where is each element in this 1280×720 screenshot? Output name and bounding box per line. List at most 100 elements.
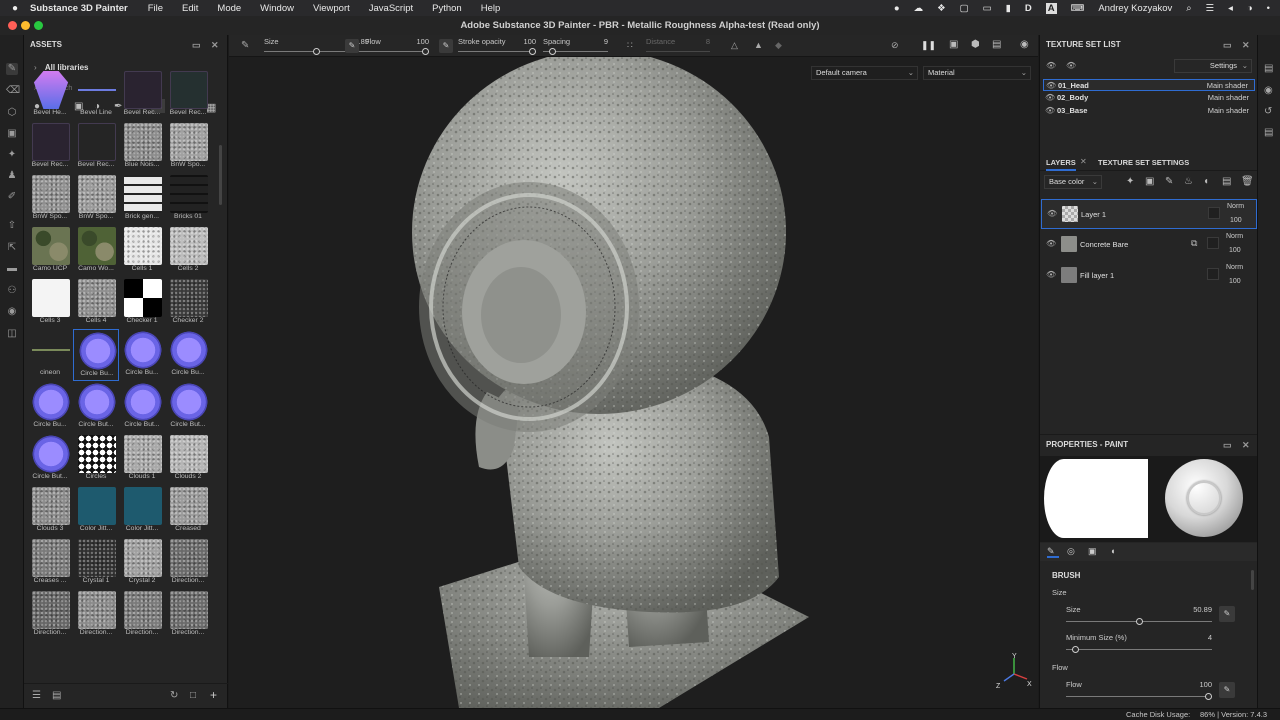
- float-panel-icon[interactable]: ▭: [192, 35, 201, 55]
- asset-thumbnail[interactable]: cineon: [27, 329, 73, 381]
- asset-thumbnail[interactable]: BnW Spo...: [27, 173, 73, 225]
- record-icon[interactable]: ●: [894, 3, 900, 14]
- menu-viewport[interactable]: Viewport: [313, 3, 350, 14]
- size-knob[interactable]: [313, 48, 320, 55]
- clone-stamp-icon[interactable]: ♟: [6, 170, 18, 182]
- screen-icon[interactable]: ▭: [983, 3, 992, 14]
- symmetry-options-icon[interactable]: ◆: [775, 40, 782, 51]
- lazy-mouse-icon[interactable]: ∷: [627, 40, 633, 51]
- channel-dropdown[interactable]: Base color ⌄: [1044, 175, 1102, 189]
- 3d-viewport[interactable]: Default camera ⌄ Material ⌄ Y Z X: [229, 57, 1038, 708]
- bake-icon[interactable]: ⇧: [6, 220, 18, 232]
- layer-opacity[interactable]: 100: [1230, 217, 1242, 224]
- volume-icon[interactable]: ◂: [1228, 3, 1233, 14]
- add-mask-icon[interactable]: ▣: [1145, 176, 1154, 187]
- spotlight-icon[interactable]: ⌕: [1186, 3, 1191, 14]
- texture-set-shader[interactable]: Main shader: [1208, 92, 1249, 104]
- menu-help[interactable]: Help: [481, 3, 501, 14]
- asset-thumbnail[interactable]: Bevel Rec...: [27, 121, 73, 173]
- asset-thumbnail[interactable]: Color Jitt...: [119, 485, 165, 537]
- user-name[interactable]: Andrey Kozyakov: [1098, 3, 1172, 14]
- brush-tab-icon[interactable]: ✎: [1047, 546, 1059, 558]
- texture-set-icon[interactable]: ▤: [1264, 63, 1273, 74]
- stencil-tab-icon[interactable]: ▣: [1088, 546, 1097, 557]
- app-menu[interactable]: Substance 3D Painter: [30, 3, 128, 14]
- asset-thumbnail[interactable]: Blue Nois...: [119, 121, 165, 173]
- d-icon[interactable]: D: [1025, 3, 1032, 14]
- visibility-icon[interactable]: 👁: [1046, 82, 1056, 90]
- asset-thumbnail[interactable]: Camo UCP: [27, 225, 73, 277]
- flow-pressure-button[interactable]: ✎: [1219, 682, 1235, 698]
- asset-thumbnail[interactable]: Circle Bu...: [27, 381, 73, 433]
- camera-dropdown[interactable]: Default camera ⌄: [811, 66, 918, 80]
- log-icon[interactable]: ▤: [1264, 127, 1273, 138]
- texture-set-shader[interactable]: Main shader: [1208, 105, 1249, 117]
- layer-row[interactable]: 👁 Layer 1 Norm 100: [1041, 199, 1257, 229]
- texture-set-row[interactable]: 👁 01_Head Main shader: [1043, 79, 1255, 91]
- float-panel-icon[interactable]: ▭: [1223, 35, 1232, 55]
- asset-thumbnail[interactable]: Direction...: [73, 589, 119, 641]
- asset-thumbnail[interactable]: Creases ...: [27, 537, 73, 589]
- stroke-opacity-knob[interactable]: [529, 48, 536, 55]
- add-folder-icon[interactable]: ▤: [1222, 176, 1231, 187]
- float-panel-icon[interactable]: ▭: [1223, 435, 1232, 455]
- menu-mode[interactable]: Mode: [217, 3, 241, 14]
- blend-mode[interactable]: Norm: [1227, 203, 1244, 210]
- add-smart-material-icon[interactable]: ◖: [1203, 176, 1209, 187]
- texture-set-row[interactable]: 👁 03_Base Main shader: [1043, 105, 1255, 117]
- close-window-button[interactable]: [8, 21, 17, 30]
- asset-thumbnail[interactable]: Circle Bu...: [165, 329, 211, 381]
- min-size-value[interactable]: 4: [1208, 633, 1212, 642]
- texture-set-shader[interactable]: Main shader: [1207, 80, 1248, 92]
- asset-thumbnail[interactable]: Circle Bu...: [73, 329, 119, 381]
- paint-brush-icon[interactable]: ✎: [6, 63, 18, 75]
- add-paint-layer-icon[interactable]: ✎: [1165, 176, 1173, 187]
- spacing-slider[interactable]: Spacing 9: [543, 35, 608, 57]
- minimize-window-button[interactable]: [21, 21, 30, 30]
- close-icon[interactable]: ✕: [211, 35, 219, 55]
- prop-size-slider[interactable]: Size 50.89: [1066, 603, 1212, 625]
- asset-thumbnail[interactable]: Cells 4: [73, 277, 119, 329]
- visibility-icon[interactable]: 👁: [1046, 62, 1056, 70]
- color-picker-icon[interactable]: ✐: [6, 191, 18, 203]
- view-mode-dropdown[interactable]: Material ⌄: [923, 66, 1031, 80]
- asset-thumbnail[interactable]: Checker 1: [119, 277, 165, 329]
- asset-thumbnail[interactable]: Crystal 2: [119, 537, 165, 589]
- asset-thumbnail[interactable]: Direction...: [27, 589, 73, 641]
- asset-thumbnail[interactable]: Circle But...: [27, 433, 73, 485]
- asset-thumbnail[interactable]: Cells 1: [119, 225, 165, 277]
- asset-thumbnail[interactable]: Circle Bu...: [119, 329, 165, 381]
- brush-preset-icon[interactable]: ✎: [241, 40, 249, 51]
- iray-off-icon[interactable]: ⊘: [891, 40, 899, 51]
- flow-slider[interactable]: Flow 100: [365, 35, 429, 57]
- settings-dropdown[interactable]: Settings ⌄: [1174, 59, 1252, 73]
- visibility-icon[interactable]: 👁: [1047, 210, 1057, 218]
- layer-mask-slot[interactable]: [1207, 268, 1219, 280]
- layer-row[interactable]: 👁 Concrete Bare ⧉ Norm 100: [1041, 230, 1257, 260]
- prop-flow-slider[interactable]: Flow 100: [1066, 678, 1212, 700]
- texture-set-row[interactable]: 👁 02_Body Main shader: [1043, 92, 1255, 104]
- visibility-icon[interactable]: 👁: [1046, 271, 1056, 279]
- assets-scrollbar[interactable]: [219, 145, 222, 205]
- asset-thumbnail[interactable]: Circle But...: [73, 381, 119, 433]
- prop-flow-value[interactable]: 100: [1199, 680, 1212, 689]
- asset-thumbnail[interactable]: BnW Spo...: [165, 121, 211, 173]
- properties-scrollbar[interactable]: [1251, 570, 1254, 590]
- asset-thumbnail[interactable]: Cells 3: [27, 277, 73, 329]
- spacing-knob[interactable]: [548, 48, 556, 55]
- asset-thumbnail[interactable]: Bricks 01: [165, 173, 211, 225]
- close-icon[interactable]: ✕: [1242, 35, 1250, 55]
- asset-thumbnail[interactable]: Cells 2: [165, 225, 211, 277]
- alpha-tab-icon[interactable]: ◖: [1110, 546, 1115, 556]
- list-view-icon[interactable]: ☰: [32, 690, 41, 701]
- material-tab-icon[interactable]: ◎: [1067, 546, 1075, 557]
- asset-thumbnail[interactable]: Bevel Rec...: [119, 69, 165, 121]
- add-fill-layer-icon[interactable]: ♨: [1184, 176, 1193, 187]
- asset-thumbnail[interactable]: Bevel Rec...: [165, 69, 211, 121]
- a-icon[interactable]: A: [1045, 2, 1057, 14]
- export-icon[interactable]: ⇱: [6, 242, 18, 254]
- asset-thumbnail[interactable]: Color Jitt...: [73, 485, 119, 537]
- menu-python[interactable]: Python: [432, 3, 462, 14]
- projection-icon[interactable]: ⬡: [6, 107, 18, 119]
- asset-thumbnail[interactable]: Clouds 3: [27, 485, 73, 537]
